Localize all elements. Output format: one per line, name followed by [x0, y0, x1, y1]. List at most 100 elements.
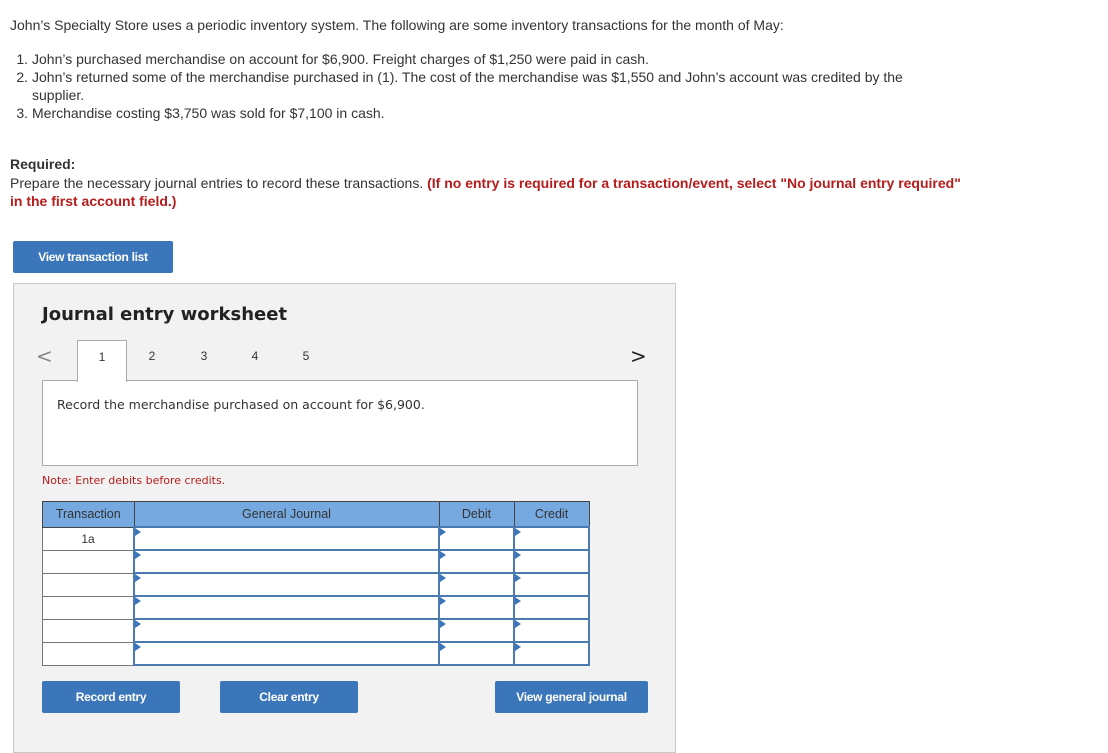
account-select[interactable] — [135, 528, 438, 549]
credit-input[interactable] — [515, 574, 588, 595]
account-select-cell — [133, 549, 440, 574]
transaction-cell — [42, 641, 135, 666]
view-general-journal-button[interactable]: View general journal — [495, 681, 648, 713]
entry-description: Record the merchandise purchased on acco… — [57, 397, 425, 412]
worksheet-title: Journal entry worksheet — [42, 304, 288, 325]
problem-intro: John’s Specialty Store uses a periodic i… — [10, 17, 784, 33]
credit-input[interactable] — [515, 620, 588, 641]
journal-row — [42, 595, 590, 620]
transaction-cell — [42, 549, 135, 574]
debits-credits-note: Note: Enter debits before credits. — [42, 474, 226, 487]
transaction-item: 1. John’s purchased merchandise on accou… — [10, 50, 910, 68]
transaction-text: John’s returned some of the merchandise … — [32, 69, 903, 103]
chevron-left-icon[interactable]: < — [36, 344, 53, 368]
dropdown-marker-icon — [135, 528, 141, 536]
journal-row: 1a — [42, 526, 590, 551]
credit-input[interactable] — [515, 597, 588, 618]
header-general-journal: General Journal — [133, 501, 440, 528]
transaction-cell — [42, 572, 135, 597]
journal-row — [42, 641, 590, 666]
dropdown-marker-icon — [135, 643, 141, 651]
account-select-cell — [133, 526, 440, 551]
journal-row — [42, 618, 590, 643]
transaction-text: Merchandise costing $3,750 was sold for … — [32, 105, 385, 121]
dropdown-marker-icon — [440, 620, 446, 628]
account-select-cell — [133, 641, 440, 666]
tab-4[interactable]: 4 — [230, 340, 280, 382]
dropdown-marker-icon — [515, 574, 521, 582]
required-label: Required: — [10, 156, 76, 172]
dropdown-marker-icon — [135, 574, 141, 582]
journal-table: Transaction General Journal Debit Credit… — [42, 501, 590, 666]
dropdown-marker-icon — [515, 551, 521, 559]
dropdown-marker-icon — [515, 620, 521, 628]
debit-input[interactable] — [440, 551, 513, 572]
account-select-cell — [133, 595, 440, 620]
credit-input-cell — [513, 595, 590, 620]
header-debit: Debit — [438, 501, 515, 528]
dropdown-marker-icon — [515, 643, 521, 651]
required-instructions: Prepare the necessary journal entries to… — [10, 174, 970, 210]
dropdown-marker-icon — [135, 551, 141, 559]
credit-input-cell — [513, 526, 590, 551]
account-select-cell — [133, 618, 440, 643]
dropdown-marker-icon — [135, 597, 141, 605]
transaction-list: 1. John’s purchased merchandise on accou… — [10, 50, 910, 122]
debit-input-cell — [438, 618, 515, 643]
required-text: Prepare the necessary journal entries to… — [10, 175, 424, 191]
transaction-number: 3. — [16, 105, 28, 121]
debit-input[interactable] — [440, 597, 513, 618]
transaction-cell — [42, 618, 135, 643]
account-select[interactable] — [135, 551, 438, 572]
chevron-right-icon[interactable]: > — [630, 344, 647, 368]
account-select-cell — [133, 572, 440, 597]
debit-input[interactable] — [440, 528, 513, 549]
account-select[interactable] — [135, 643, 438, 664]
credit-input-cell — [513, 641, 590, 666]
transaction-cell — [42, 595, 135, 620]
debit-input[interactable] — [440, 643, 513, 664]
dropdown-marker-icon — [440, 574, 446, 582]
dropdown-marker-icon — [440, 597, 446, 605]
account-select[interactable] — [135, 620, 438, 641]
clear-entry-button[interactable]: Clear entry — [220, 681, 358, 713]
credit-input[interactable] — [515, 528, 588, 549]
journal-entry-worksheet: Journal entry worksheet < 1 2 3 4 5 > Re… — [13, 283, 676, 753]
journal-row — [42, 572, 590, 597]
tab-5[interactable]: 5 — [281, 340, 331, 382]
credit-input-cell — [513, 618, 590, 643]
header-transaction: Transaction — [42, 501, 135, 528]
transaction-number: 1. — [16, 51, 28, 67]
dropdown-marker-icon — [515, 597, 521, 605]
transaction-text: John’s purchased merchandise on account … — [32, 51, 649, 67]
worksheet-tabs: < 1 2 3 4 5 > — [14, 340, 675, 382]
dropdown-marker-icon — [440, 643, 446, 651]
debit-input-cell — [438, 549, 515, 574]
dropdown-marker-icon — [440, 528, 446, 536]
header-credit: Credit — [513, 501, 590, 528]
record-entry-button[interactable]: Record entry — [42, 681, 180, 713]
tab-3[interactable]: 3 — [179, 340, 229, 382]
debit-input-cell — [438, 641, 515, 666]
credit-input[interactable] — [515, 643, 588, 664]
transaction-cell: 1a — [42, 526, 135, 551]
debit-input-cell — [438, 526, 515, 551]
view-transaction-list-button[interactable]: View transaction list — [13, 241, 173, 273]
account-select[interactable] — [135, 597, 438, 618]
journal-header-row: Transaction General Journal Debit Credit — [42, 501, 590, 528]
credit-input-cell — [513, 572, 590, 597]
transaction-item: 3. Merchandise costing $3,750 was sold f… — [10, 104, 910, 122]
debit-input-cell — [438, 572, 515, 597]
credit-input[interactable] — [515, 551, 588, 572]
debit-input[interactable] — [440, 620, 513, 641]
tab-2[interactable]: 2 — [127, 340, 177, 382]
debit-input-cell — [438, 595, 515, 620]
transaction-item: 2. John’s returned some of the merchandi… — [10, 68, 910, 104]
account-select[interactable] — [135, 574, 438, 595]
dropdown-marker-icon — [515, 528, 521, 536]
debit-input[interactable] — [440, 574, 513, 595]
entry-description-box: Record the merchandise purchased on acco… — [42, 380, 638, 466]
dropdown-marker-icon — [440, 551, 446, 559]
tab-1[interactable]: 1 — [77, 340, 127, 382]
credit-input-cell — [513, 549, 590, 574]
